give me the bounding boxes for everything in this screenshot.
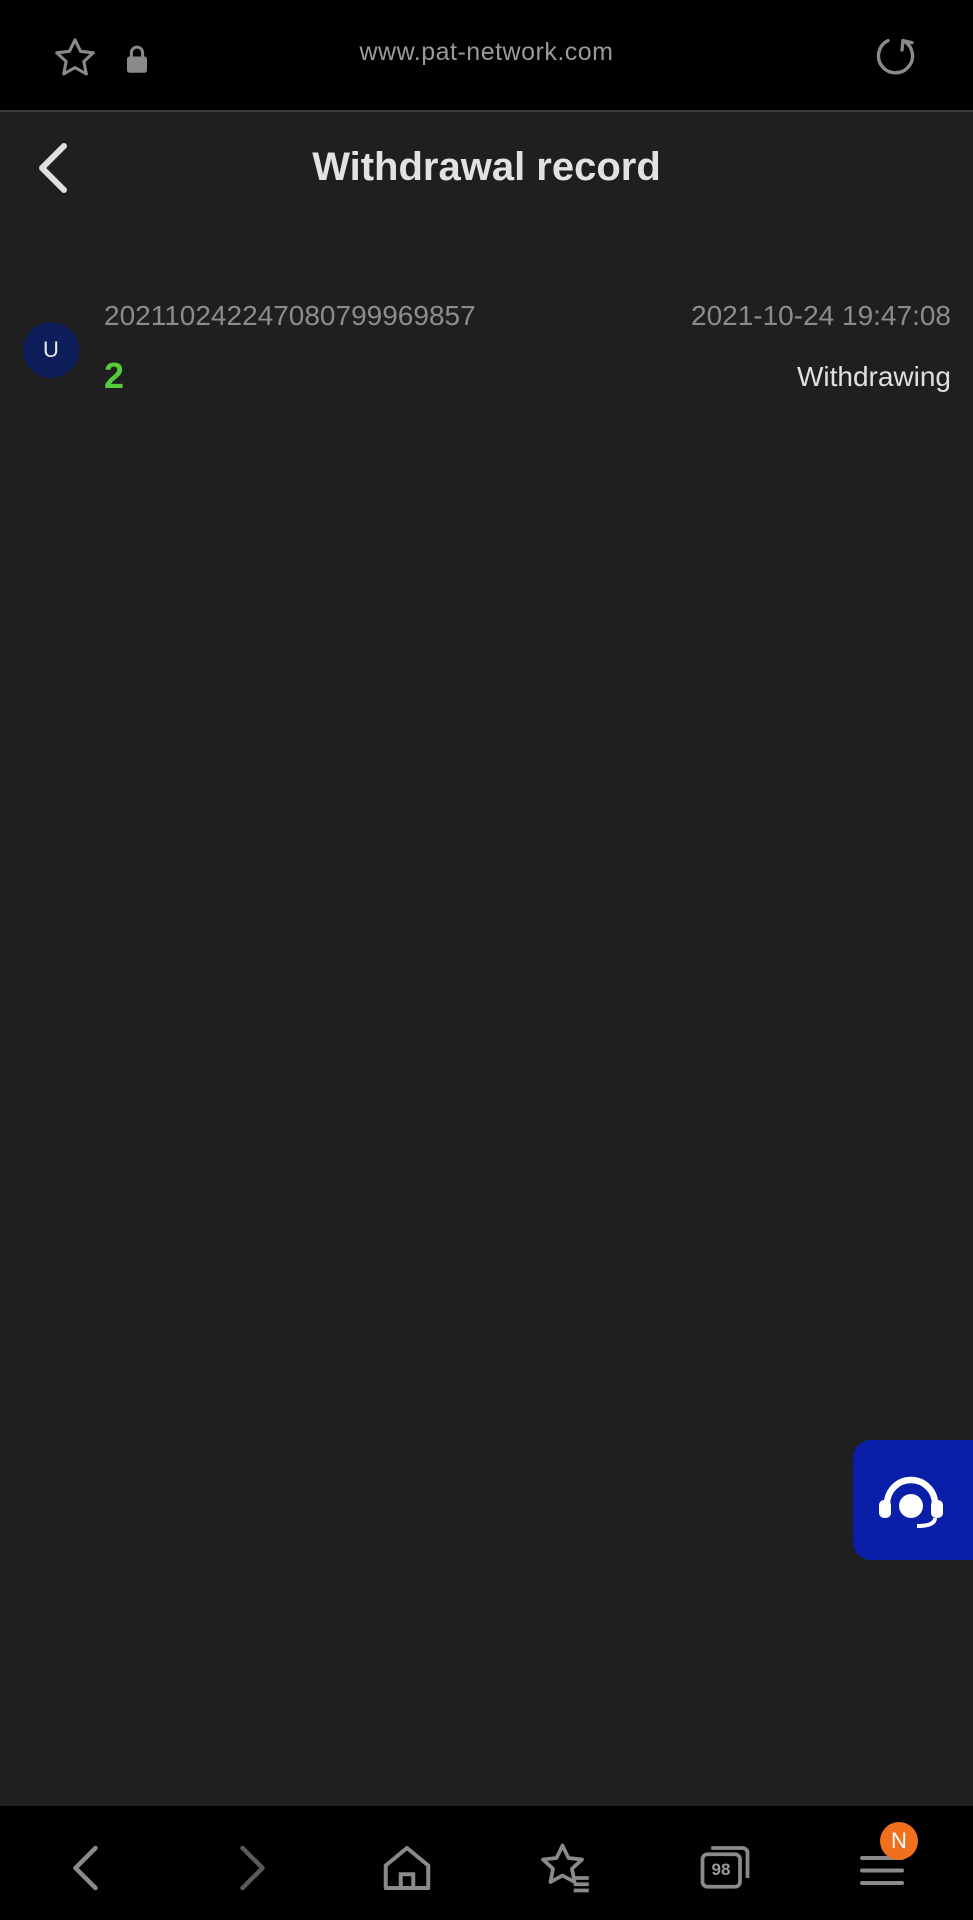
tabs-button[interactable]: 98 [695,1838,755,1898]
url-bar[interactable]: www.pat-network.com [0,38,973,67]
home-icon[interactable] [377,1838,437,1898]
app-header: Withdrawal record [0,112,973,222]
headset-icon [879,1476,943,1528]
status-badge: Withdrawing [796,361,951,392]
reload-icon[interactable] [872,33,920,81]
order-id: 202110242247080799969857 [104,300,476,331]
customer-support-button[interactable] [853,1440,973,1560]
browser-top-bar: www.pat-network.com [0,0,973,112]
tab-count: 98 [711,1860,731,1879]
back-icon[interactable] [58,1838,118,1898]
avatar: U [23,322,79,378]
page-title: Withdrawal record [312,145,661,189]
browser-bottom-bar: 98 [0,1806,973,1920]
bookmarks-icon[interactable] [535,1838,595,1898]
withdrawal-record-row[interactable]: U 202110242247080799969857 2021-10-24 19… [0,285,973,405]
record-time: 2021-10-24 19:47:08 [691,300,951,331]
forward-icon[interactable] [220,1838,280,1898]
menu-notification-badge: N [880,1822,918,1860]
withdrawal-amount: 2 [104,355,125,396]
